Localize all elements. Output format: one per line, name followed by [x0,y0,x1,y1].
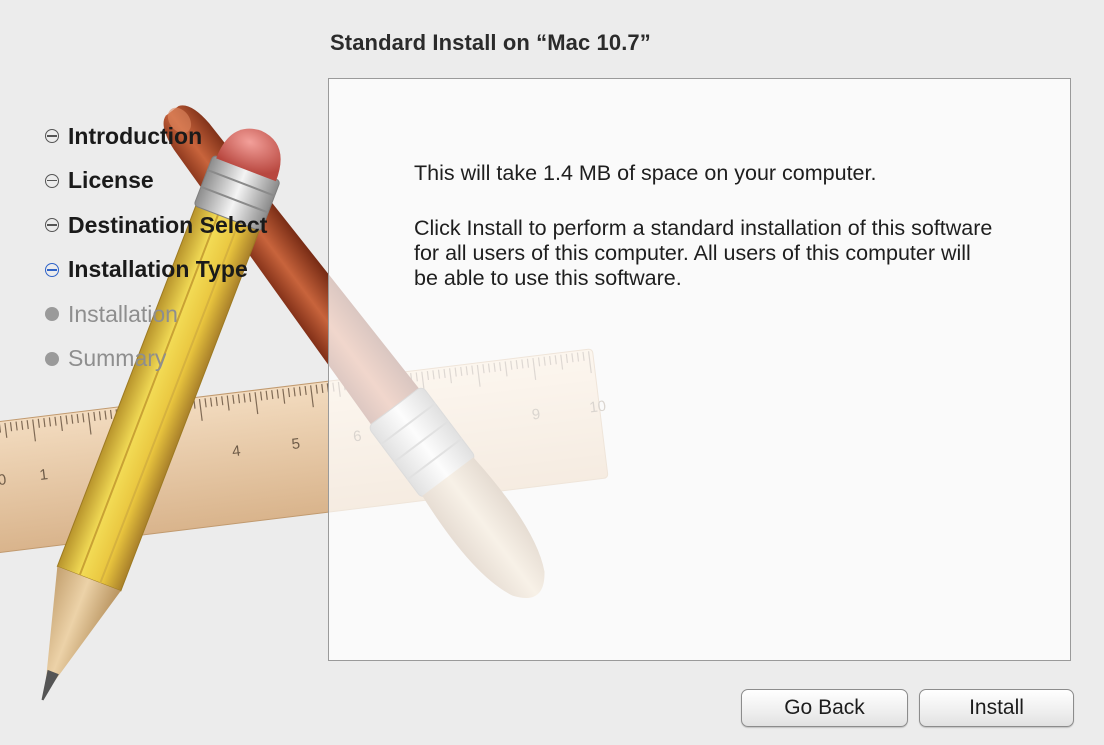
step-label: Destination Select [68,211,268,238]
page-title: Standard Install on “Mac 10.7” [330,30,651,55]
step-label: Summary [68,345,167,372]
step-upcoming-icon [45,307,59,322]
step-summary: Summary [45,337,267,382]
step-installation: Installation [45,292,267,337]
step-label: Installation Type [68,256,248,283]
go-back-button[interactable]: Go Back [741,689,908,727]
step-label: Installation [68,300,178,327]
step-completed-icon [45,129,59,144]
install-button[interactable]: Install [919,689,1074,727]
step-completed-icon [45,173,59,188]
content-pane: This will take 1.4 MB of space on your c… [328,78,1071,661]
space-required-text: This will take 1.4 MB of space on your c… [414,161,877,185]
step-current-icon [45,262,59,277]
step-upcoming-icon [45,351,59,366]
installer-window: 0 1 4 5 6 9 10 [0,0,1104,745]
installer-steps: Introduction License Destination Select … [45,114,267,381]
step-installation-type: Installation Type [45,248,267,293]
step-completed-icon [45,218,59,233]
step-label: License [68,167,154,194]
step-label: Introduction [68,122,203,149]
install-description: Click Install to perform a standard inst… [414,216,993,290]
step-destination-select: Destination Select [45,203,267,248]
step-license: License [45,159,267,204]
step-introduction: Introduction [45,114,267,159]
